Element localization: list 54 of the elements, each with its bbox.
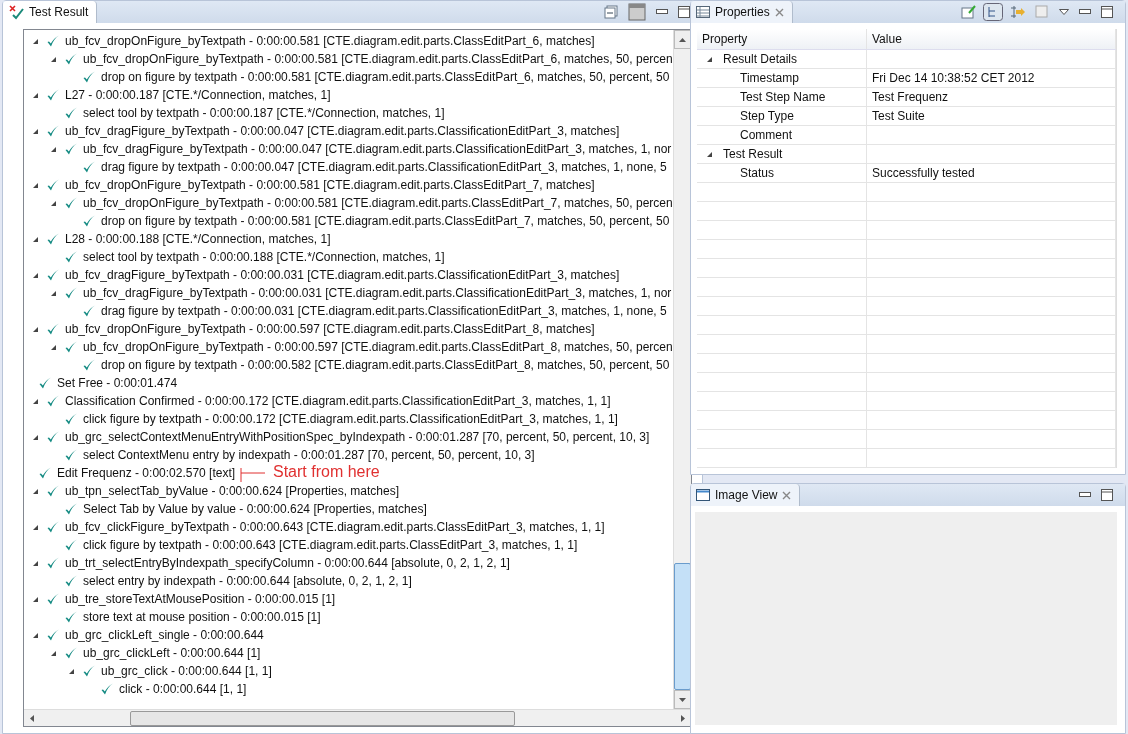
property-value: Test Frequenz [872, 90, 949, 104]
tree-item[interactable]: L27 - 0:00:00.187 [CTE.*/Connection, matches, 1] [65, 88, 331, 102]
column-header[interactable]: Property [697, 29, 867, 49]
tree-item[interactable]: Classification Confirmed - 0:00:00.172 [CTE.diagram.edit.parts.ClassificationEditPart_3, matches, 1, 1] [65, 394, 611, 408]
tree-item[interactable]: ub_fcv_dropOnFigure_byTextpath - 0:00:00.581 [CTE.diagram.edit.parts.ClassEditPart_7, matches] [65, 178, 595, 192]
tree-item[interactable]: drag figure by textpath - 0:00:00.047 [CTE.diagram.edit.parts.ClassificationEditPart_3, matches, 1, none, 5 [101, 160, 667, 174]
property-value: Successfully tested [872, 166, 975, 180]
tree-item[interactable]: ub_trt_selectEntryByIndexpath_specifyColumn - 0:00:00.644 [absolute, 0, 2, 1, 2, 1] [65, 556, 510, 570]
view-tab[interactable]: Test Result [3, 1, 98, 23]
tree-item[interactable]: drop on figure by textpath - 0:00:00.581 [CTE.diagram.edit.parts.ClassEditPart_7, matches, 50, percent, 50 [101, 214, 670, 228]
tree-item[interactable]: Set Free - 0:00:01.474 [57, 376, 178, 390]
tree-item[interactable]: ub_grc_click - 0:00:00.644 [1, 1] [101, 664, 272, 678]
column-header[interactable]: Value [867, 29, 1116, 49]
property-value: Fri Dec 14 10:38:52 CET 2012 [872, 71, 1035, 85]
property-name: Comment [739, 128, 792, 142]
tree-item[interactable]: drag figure by textpath - 0:00:00.031 [CTE.diagram.edit.parts.ClassificationEditPart_3, matches, 1, none, 5 [101, 304, 667, 318]
tree-item[interactable]: select entry by indexpath - 0:00:00.644 [absolute, 0, 2, 1, 2, 1] [83, 574, 412, 588]
tree-item[interactable]: ub_fcv_dropOnFigure_byTextpath - 0:00:00.581 [CTE.diagram.edit.parts.ClassEditPart_7, matches, 50, percen [83, 196, 673, 210]
tree-item[interactable]: click - 0:00:00.644 [1, 1] [119, 682, 247, 696]
tree-item[interactable]: ub_fcv_dropOnFigure_byTextpath - 0:00:00.597 [CTE.diagram.edit.parts.ClassEditPart_8, matches] [65, 322, 595, 336]
property-name: Timestamp [739, 71, 799, 85]
view-tab[interactable]: Image View [691, 484, 801, 506]
tree-item[interactable]: ub_fcv_dropOnFigure_byTextpath - 0:00:00.581 [CTE.diagram.edit.parts.ClassEditPart_6, matches] [65, 34, 595, 48]
tree-item[interactable]: drop on figure by textpath - 0:00:00.582 [CTE.diagram.edit.parts.ClassEditPart_8, matches, 50, percent, 50 [101, 358, 670, 372]
tree-item[interactable]: ub_fcv_dragFigure_byTextpath - 0:00:00.031 [CTE.diagram.edit.parts.ClassificationEditPart_3, matches] [65, 268, 620, 282]
tree-item[interactable]: ub_fcv_clickFigure_byTextpath - 0:00:00.643 [CTE.diagram.edit.parts.ClassEditPart_3, matches, 1, 1] [65, 520, 605, 534]
tree-item[interactable]: ub_grc_clickLeft - 0:00:00.644 [1] [83, 646, 261, 660]
view-tab[interactable]: Properties [691, 1, 793, 23]
tree-item[interactable]: select tool by textpath - 0:00:00.188 [CTE.*/Connection, matches, 1] [83, 250, 445, 264]
annotation-text: Start from here [273, 464, 380, 479]
tree-item[interactable]: ub_fcv_dragFigure_byTextpath - 0:00:00.047 [CTE.diagram.edit.parts.ClassificationEditPart_3, matches, 1, nor [83, 142, 672, 156]
tree-item[interactable]: select tool by textpath - 0:00:00.187 [CTE.*/Connection, matches, 1] [83, 106, 445, 120]
tree-item[interactable]: ub_tpn_selectTab_byValue - 0:00:00.624 [Properties, matches] [65, 484, 399, 498]
tree-item[interactable]: store text at mouse position - 0:00:00.015 [1] [83, 610, 321, 624]
tree-item[interactable]: ub_grc_clickLeft_single - 0:00:00.644 [65, 628, 264, 642]
property-value: Test Suite [872, 109, 925, 123]
tree-item[interactable]: Select Tab by Value by value - 0:00:00.624 [Properties, matches] [83, 502, 427, 516]
tree-item[interactable]: drop on figure by textpath - 0:00:00.581 [CTE.diagram.edit.parts.ClassEditPart_6, matches, 50, percent, 50 [101, 70, 670, 84]
group-label: Result Details [723, 52, 798, 66]
tree-item[interactable]: ub_fcv_dragFigure_byTextpath - 0:00:00.047 [CTE.diagram.edit.parts.ClassificationEditPart_3, matches] [65, 124, 620, 138]
property-name: Step Type [739, 109, 794, 123]
tree-item[interactable]: ub_grc_selectContextMenuEntryWithPositionSpec_byIndexpath - 0:00:01.287 [70, percent, 50, percent, 10, 3] [65, 430, 650, 444]
group-label: Test Result [723, 147, 783, 161]
property-name: Test Step Name [739, 90, 826, 104]
tree-item[interactable]: ub_fcv_dropOnFigure_byTextpath - 0:00:00.597 [CTE.diagram.edit.parts.ClassEditPart_8, matches, 50, percen [83, 340, 673, 354]
tree-item[interactable]: ub_fcv_dragFigure_byTextpath - 0:00:00.031 [CTE.diagram.edit.parts.ClassificationEditPart_3, matches, 1, nor [83, 286, 672, 300]
tree-item[interactable]: Edit Frequenz - 0:00:02.570 [text] [57, 466, 236, 480]
tree-item[interactable]: ub_tre_storeTextAtMousePosition - 0:00:00.015 [1] [65, 592, 336, 606]
tree-item[interactable]: click figure by textpath - 0:00:00.643 [CTE.diagram.edit.parts.ClassEditPart_3, matches, 1, 1] [83, 538, 578, 552]
tree-item[interactable]: select ContextMenu entry by indexpath - 0:00:01.287 [70, percent, 50, percent, 10, 3] [83, 448, 535, 462]
tree-item[interactable]: ub_fcv_dropOnFigure_byTextpath - 0:00:00.581 [CTE.diagram.edit.parts.ClassEditPart_6, matches, 50, percen [83, 52, 673, 66]
property-name: Status [739, 166, 775, 180]
tree-item[interactable]: L28 - 0:00:00.188 [CTE.*/Connection, matches, 1] [65, 232, 331, 246]
tree-item[interactable]: click figure by textpath - 0:00:00.172 [CTE.diagram.edit.parts.ClassificationEditPart_3, matches, 1, 1] [83, 412, 618, 426]
